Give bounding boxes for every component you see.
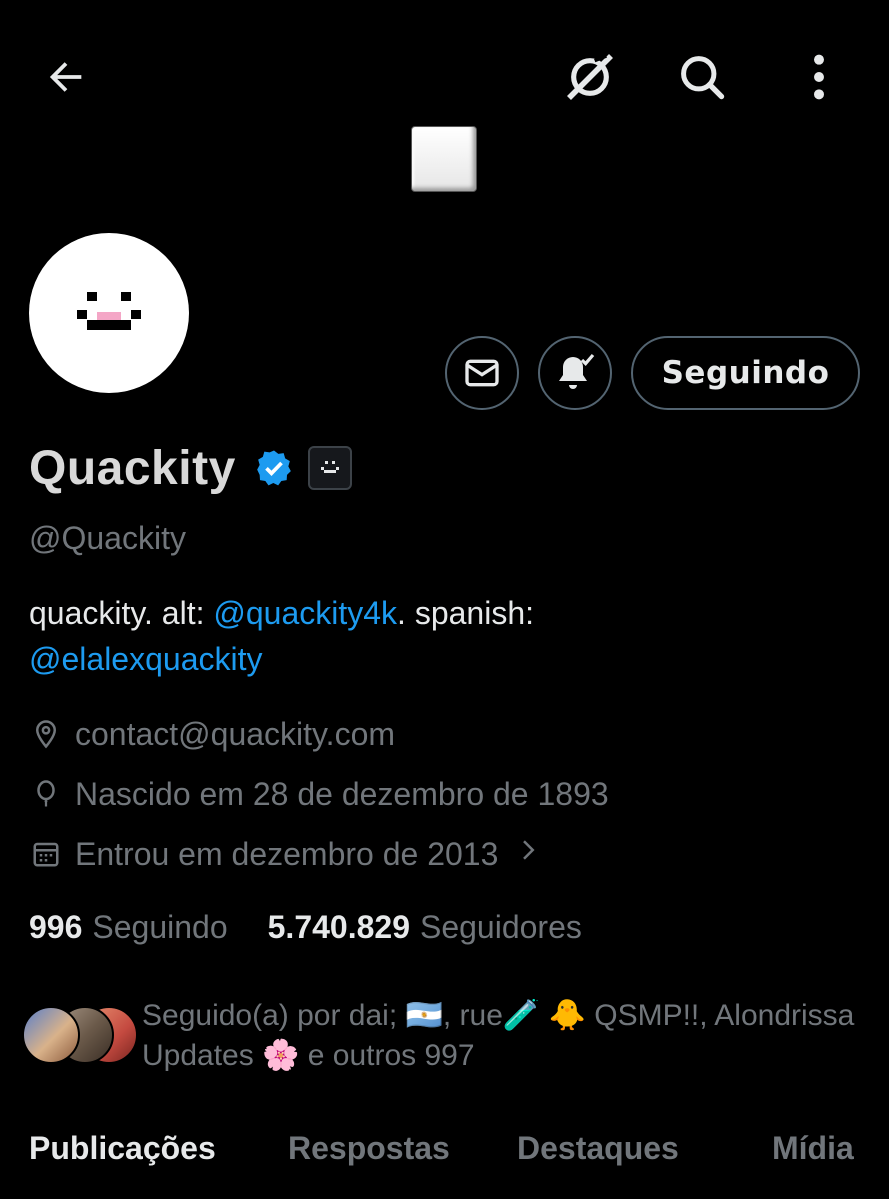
follower-avatars	[22, 1006, 138, 1070]
followers-count: 5.740.829	[267, 908, 410, 945]
tab-highlights[interactable]: Destaques	[517, 1130, 679, 1167]
pixel-face-small-icon	[320, 461, 339, 473]
name-row: Quackity	[29, 436, 352, 500]
location-pin-icon	[29, 717, 63, 751]
bio-text: . spanish:	[397, 595, 535, 631]
more-options-button[interactable]	[787, 45, 851, 109]
mention-link[interactable]: @quackity4k	[213, 595, 397, 631]
joined-row[interactable]: Entrou em dezembro de 2013	[29, 832, 540, 876]
display-name: Quackity	[29, 441, 236, 495]
followed-by-row[interactable]: Seguido(a) por dai; 🇦🇷, rue🧪 🐥 QSMP!!, A…	[22, 996, 862, 1076]
calendar-icon	[29, 837, 63, 871]
tab-media[interactable]: Mídia	[772, 1130, 854, 1167]
follow-stats: 996 Seguindo 5.740.829 Seguidores	[29, 904, 582, 950]
following-count: 996	[29, 908, 83, 945]
followers-stat[interactable]: 5.740.829 Seguidores	[268, 909, 582, 946]
following-button[interactable]: Seguindo	[631, 336, 860, 410]
joined-text: Entrou em dezembro de 2013	[75, 835, 499, 872]
chevron-right-icon	[518, 835, 540, 873]
followers-label: Seguidores	[419, 908, 582, 945]
verified-badge-icon[interactable]	[254, 448, 294, 488]
pixel-face-icon	[77, 292, 141, 330]
bio-text: quackity. alt:	[29, 595, 214, 631]
avatar[interactable]	[29, 233, 189, 393]
birth-row: Nascido em 28 de dezembro de 1893	[29, 772, 609, 816]
envelope-icon	[465, 359, 499, 387]
banner-image[interactable]	[411, 126, 477, 192]
balloon-icon	[29, 777, 63, 811]
following-label: Seguindo	[92, 908, 228, 945]
notifications-button[interactable]	[538, 336, 612, 410]
back-button[interactable]	[34, 45, 98, 109]
following-stat[interactable]: 996 Seguindo	[29, 909, 228, 946]
tab-replies[interactable]: Respostas	[288, 1130, 450, 1167]
affiliation-badge[interactable]	[307, 446, 352, 490]
mention-link[interactable]: @elalexquackity	[29, 641, 262, 677]
grok-button[interactable]	[558, 45, 622, 109]
arrow-left-icon	[49, 62, 82, 92]
location-row: contact@quackity.com	[29, 712, 395, 756]
message-button[interactable]	[445, 336, 519, 410]
search-button[interactable]	[670, 45, 734, 109]
location-text: contact@quackity.com	[75, 715, 396, 752]
avatar	[22, 1006, 80, 1064]
birth-text: Nascido em 28 de dezembro de 1893	[75, 775, 609, 812]
bio: quackity. alt: @quackity4k. spanish: @ela…	[29, 590, 849, 682]
search-icon	[681, 56, 725, 100]
profile-tabs: Publicações Respostas Destaques Mídia	[0, 1130, 889, 1190]
more-vertical-icon	[814, 54, 824, 100]
followed-by-text: Seguido(a) por dai; 🇦🇷, rue🧪 🐥 QSMP!!, A…	[142, 999, 855, 1072]
bell-check-icon	[559, 353, 595, 389]
grok-icon	[567, 54, 613, 100]
tab-posts[interactable]: Publicações	[29, 1130, 216, 1167]
user-handle: @Quackity	[29, 520, 186, 556]
